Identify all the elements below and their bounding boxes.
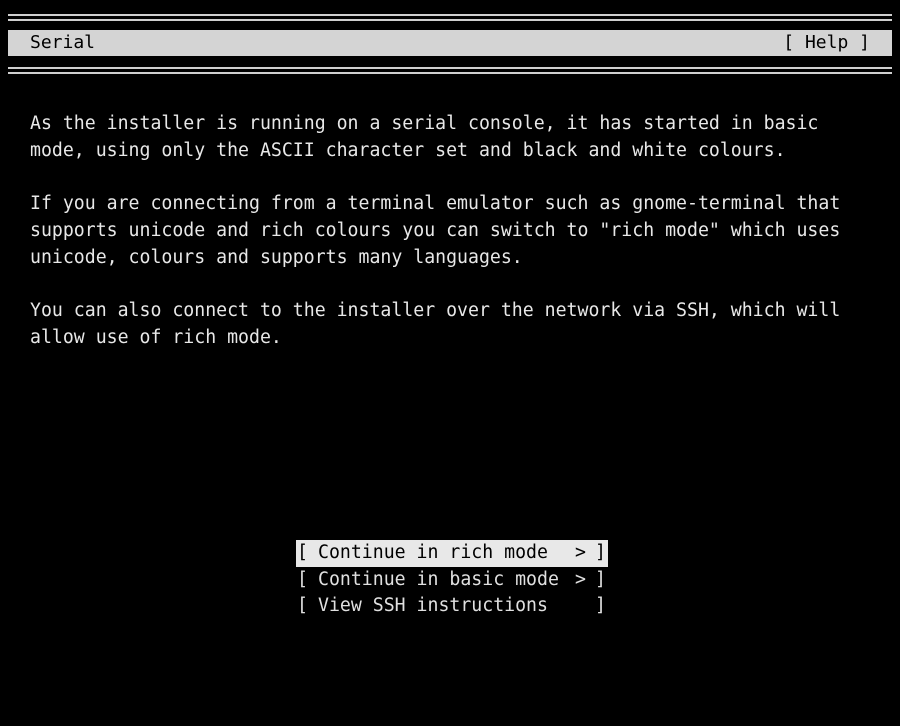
paragraph-rich-mode: If you are connecting from a terminal em…	[30, 190, 880, 271]
bracket-right: ]	[595, 595, 606, 616]
bracket-left: [	[297, 568, 308, 590]
view-ssh-instructions-button[interactable]: [ View SSH instructions ]	[296, 593, 608, 620]
button-label: Continue in basic mode	[318, 568, 559, 590]
button-label: View SSH instructions	[318, 595, 548, 616]
text-line: mode, using only the ASCII character set…	[30, 140, 786, 161]
button-label: Continue in rich mode	[318, 542, 548, 563]
paragraph-basic-mode: As the installer is running on a serial …	[30, 110, 880, 164]
text-line: supports unicode and rich colours you ca…	[30, 220, 841, 241]
top-double-rule	[8, 14, 892, 21]
paragraph-ssh: You can also connect to the installer ov…	[30, 297, 880, 351]
message-body: As the installer is running on a serial …	[30, 110, 880, 377]
screen-title: Serial	[30, 32, 96, 53]
title-bar: Serial [ Help ]	[8, 30, 892, 56]
help-button[interactable]: [ Help ]	[783, 30, 870, 56]
continue-rich-mode-button[interactable]: [ Continue in rich mode > ]	[296, 540, 608, 567]
bracket-left: [	[297, 542, 308, 563]
bracket-right: ]	[595, 568, 606, 590]
bracket-right: ]	[595, 542, 606, 563]
bottom-double-rule	[8, 67, 892, 74]
chevron-right-icon: >	[575, 568, 586, 590]
bracket-left: [	[297, 595, 308, 616]
text-line: allow use of rich mode.	[30, 327, 282, 348]
chevron-right-icon: >	[575, 542, 586, 563]
button-list: [ Continue in rich mode > ] [ Continue i…	[296, 540, 608, 620]
continue-basic-mode-button[interactable]: [ Continue in basic mode > ]	[296, 567, 608, 594]
text-line: You can also connect to the installer ov…	[30, 300, 841, 321]
installer-screen: Serial [ Help ] As the installer is runn…	[0, 0, 900, 649]
text-line: If you are connecting from a terminal em…	[30, 193, 841, 214]
text-line: unicode, colours and supports many langu…	[30, 247, 523, 268]
text-line: As the installer is running on a serial …	[30, 113, 819, 134]
